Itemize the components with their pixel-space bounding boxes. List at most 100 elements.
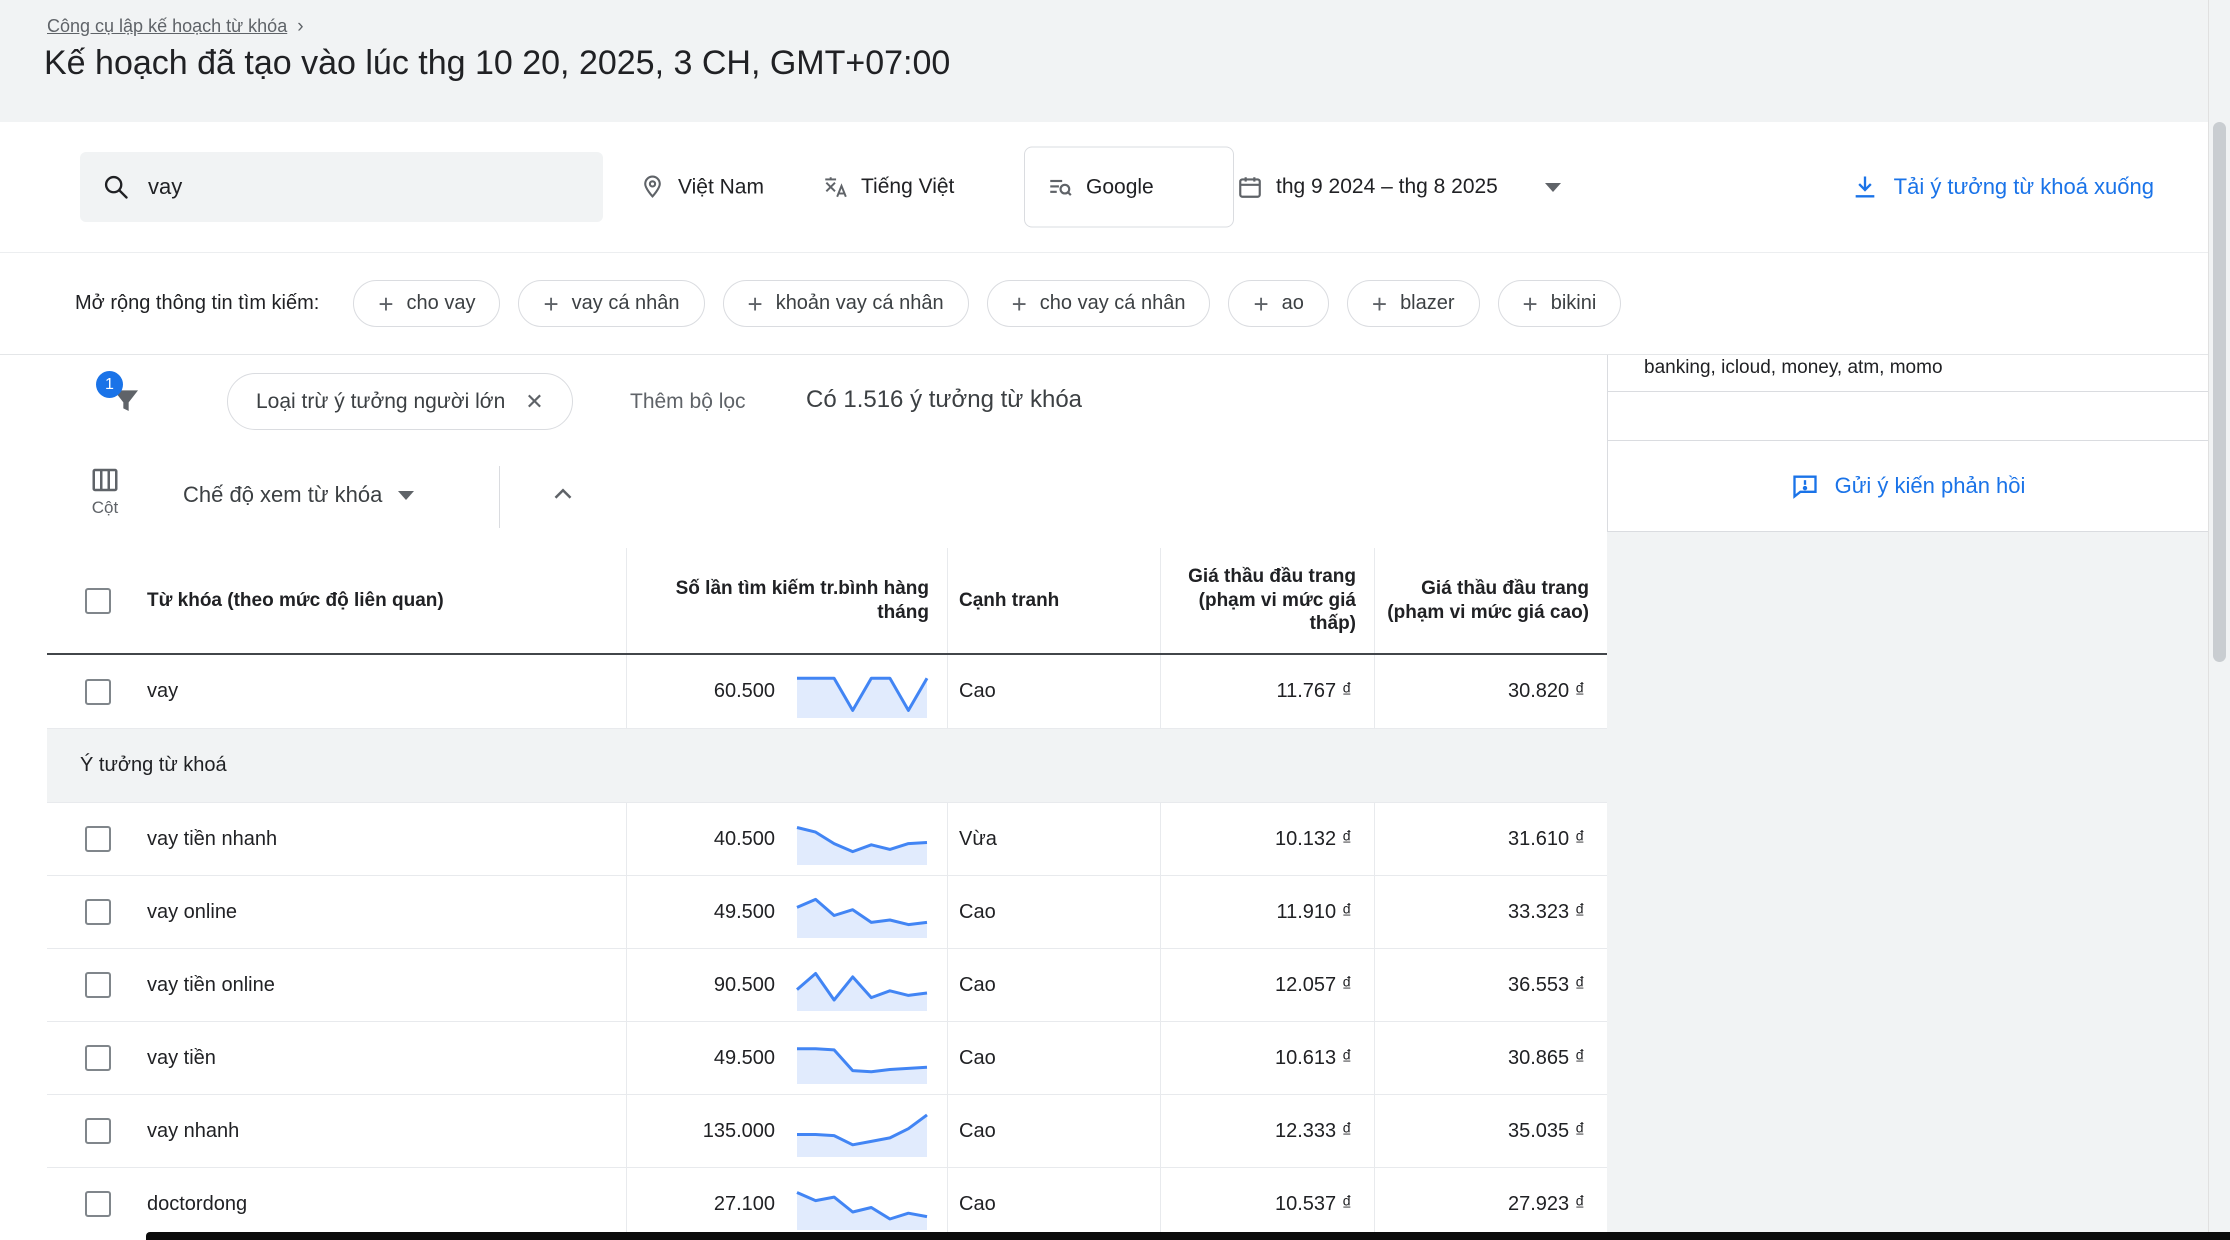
searches-cell: 49.500	[627, 901, 775, 924]
high-bid-cell: 36.553 ₫	[1374, 949, 1607, 1021]
refine-label: Mở rộng thông tin tìm kiếm:	[75, 292, 319, 315]
location-selector[interactable]: Việt Nam	[640, 175, 764, 200]
translate-icon	[822, 174, 848, 200]
refine-chip[interactable]: + ao	[1228, 280, 1328, 327]
window-bottom-edge	[146, 1232, 2230, 1240]
view-controls: Cột Chế độ xem từ khóa	[0, 449, 1607, 548]
plus-icon: +	[1253, 291, 1268, 317]
download-ideas-button[interactable]: Tải ý tưởng từ khoá xuống	[1851, 173, 2154, 201]
competition-cell: Cao	[947, 876, 1160, 948]
header-keyword: Từ khóa (theo mức độ liên quan)	[47, 548, 626, 653]
header-searches: Số lần tìm kiếm tr.bình hàng tháng	[626, 548, 947, 653]
searches-cell: 49.500	[627, 1047, 775, 1070]
search-trend-sparkline	[791, 1175, 933, 1233]
competition-cell: Vừa	[947, 803, 1160, 875]
refine-chip[interactable]: +bikini	[1498, 280, 1622, 327]
date-range-selector[interactable]: thg 9 2024 – thg 8 2025	[1237, 174, 1561, 200]
table-row[interactable]: doctordong 27.100 Cao 10.537 ₫ 27.923 ₫	[47, 1168, 1607, 1240]
refine-chip-label: cho vay	[407, 292, 476, 315]
columns-label: Cột	[92, 498, 118, 518]
language-selector[interactable]: Tiếng Việt	[822, 174, 954, 200]
refine-chip-label: ao	[1282, 292, 1304, 315]
low-bid-cell: 10.537 ₫	[1160, 1168, 1374, 1240]
searches-cell: 60.500	[627, 680, 775, 703]
refine-chip-label: blazer	[1400, 292, 1454, 315]
row-checkbox[interactable]	[85, 1045, 111, 1071]
row-checkbox[interactable]	[85, 679, 111, 705]
refine-chip[interactable]: +vay cá nhân	[518, 280, 704, 327]
keyword-search-box[interactable]	[80, 152, 603, 222]
row-checkbox[interactable]	[85, 972, 111, 998]
search-trend-sparkline	[791, 1102, 933, 1160]
keyword-cell: vay nhanh	[147, 1120, 239, 1143]
plus-icon: +	[378, 291, 393, 317]
columns-button[interactable]: Cột	[90, 465, 120, 518]
searches-cell: 90.500	[627, 974, 775, 997]
header-keyword-label: Từ khóa (theo mức độ liên quan)	[147, 589, 444, 613]
low-bid-cell: 11.910 ₫	[1160, 876, 1374, 948]
competition-cell: Cao	[947, 655, 1160, 728]
location-pin-icon	[640, 175, 665, 200]
refine-chip[interactable]: + cho vay	[353, 280, 500, 327]
table-row[interactable]: vay online 49.500 Cao 11.910 ₫ 33.323 ₫	[47, 876, 1607, 949]
breadcrumb-link[interactable]: Công cụ lập kế hoạch từ khóa	[47, 16, 287, 36]
view-mode-label: Chế độ xem từ khóa	[183, 482, 382, 508]
download-icon	[1851, 173, 1879, 201]
row-checkbox[interactable]	[85, 1191, 111, 1217]
side-panel-spacer	[1608, 392, 2208, 441]
keyword-cell: vay tiền nhanh	[147, 828, 277, 851]
keyword-cell: vay tiền online	[147, 974, 275, 997]
filter-funnel-button[interactable]: 1	[110, 385, 142, 417]
row-checkbox[interactable]	[85, 826, 111, 852]
header-low-bid: Giá thầu đầu trang (phạm vi mức giá thấp…	[1160, 548, 1374, 653]
high-bid-cell: 30.865 ₫	[1374, 1022, 1607, 1094]
toolbar-card: Việt Nam Tiếng Việt Google thg 9 2024 – …	[0, 122, 2208, 355]
close-icon[interactable]: ✕	[525, 389, 543, 415]
view-mode-dropdown[interactable]: Chế độ xem từ khóa	[183, 482, 414, 508]
calendar-icon	[1237, 174, 1263, 200]
feedback-icon	[1791, 472, 1819, 500]
searches-cell: 40.500	[627, 828, 775, 851]
header-high-bid: Giá thầu đầu trang (phạm vi mức giá cao)	[1374, 548, 1607, 653]
chevron-down-icon	[398, 491, 414, 500]
refine-chip-label: bikini	[1551, 292, 1597, 315]
search-input[interactable]	[148, 174, 581, 200]
send-feedback-button[interactable]: Gửi ý kiến phản hồi	[1608, 441, 2208, 532]
table-row[interactable]: vay nhanh 135.000 Cao 12.333 ₫ 35.035 ₫	[47, 1095, 1607, 1168]
date-range-label: thg 9 2024 – thg 8 2025	[1276, 175, 1498, 199]
add-filter-button[interactable]: Thêm bộ lọc	[630, 390, 746, 414]
active-filter-chip[interactable]: Loại trừ ý tưởng người lớn ✕	[227, 373, 573, 430]
searches-cell: 27.100	[627, 1193, 775, 1216]
low-bid-cell: 10.132 ₫	[1160, 803, 1374, 875]
refine-chip[interactable]: +khoản vay cá nhân	[723, 280, 969, 327]
refine-chip-label: cho vay cá nhân	[1040, 292, 1186, 315]
select-all-checkbox[interactable]	[85, 588, 111, 614]
keyword-cell: doctordong	[147, 1193, 247, 1216]
network-label: Google	[1086, 175, 1154, 199]
vertical-scrollbar[interactable]	[2208, 0, 2230, 1240]
collapse-button[interactable]	[548, 479, 578, 509]
download-label: Tải ý tưởng từ khoá xuống	[1894, 174, 2154, 200]
row-checkbox[interactable]	[85, 1118, 111, 1144]
refine-search-row: Mở rộng thông tin tìm kiếm: + cho vay +va…	[0, 253, 2208, 354]
table-row[interactable]: vay tiền online 90.500 Cao 12.057 ₫ 36.5…	[47, 949, 1607, 1022]
location-label: Việt Nam	[678, 175, 764, 199]
refine-chip[interactable]: + blazer	[1347, 280, 1480, 327]
plus-icon: +	[1372, 291, 1387, 317]
header-competition: Cạnh tranh	[947, 548, 1160, 653]
search-trend-sparkline	[791, 1029, 933, 1087]
network-selector[interactable]: Google	[1024, 147, 1234, 228]
result-count: Có 1.516 ý tưởng từ khóa	[806, 386, 1082, 414]
low-bid-cell: 12.057 ₫	[1160, 949, 1374, 1021]
row-checkbox[interactable]	[85, 899, 111, 925]
search-trend-sparkline	[791, 663, 933, 721]
table-row[interactable]: vay tiền 49.500 Cao 10.613 ₫ 30.865 ₫	[47, 1022, 1607, 1095]
page-title: Kế hoạch đã tạo vào lúc thg 10 20, 2025,…	[44, 44, 950, 83]
table-row[interactable]: vay 60.500 Cao 11.767 ₫ 30.820 ₫	[47, 655, 1607, 729]
refine-chip[interactable]: +cho vay cá nhân	[987, 280, 1211, 327]
filter-count-badge: 1	[96, 371, 123, 398]
plus-icon: +	[748, 291, 763, 317]
scrollbar-thumb[interactable]	[2213, 122, 2226, 662]
table-row[interactable]: vay tiền nhanh 40.500 Vừa 10.132 ₫ 31.61…	[47, 803, 1607, 876]
table-header-row: Từ khóa (theo mức độ liên quan) Số lần t…	[47, 548, 1607, 655]
